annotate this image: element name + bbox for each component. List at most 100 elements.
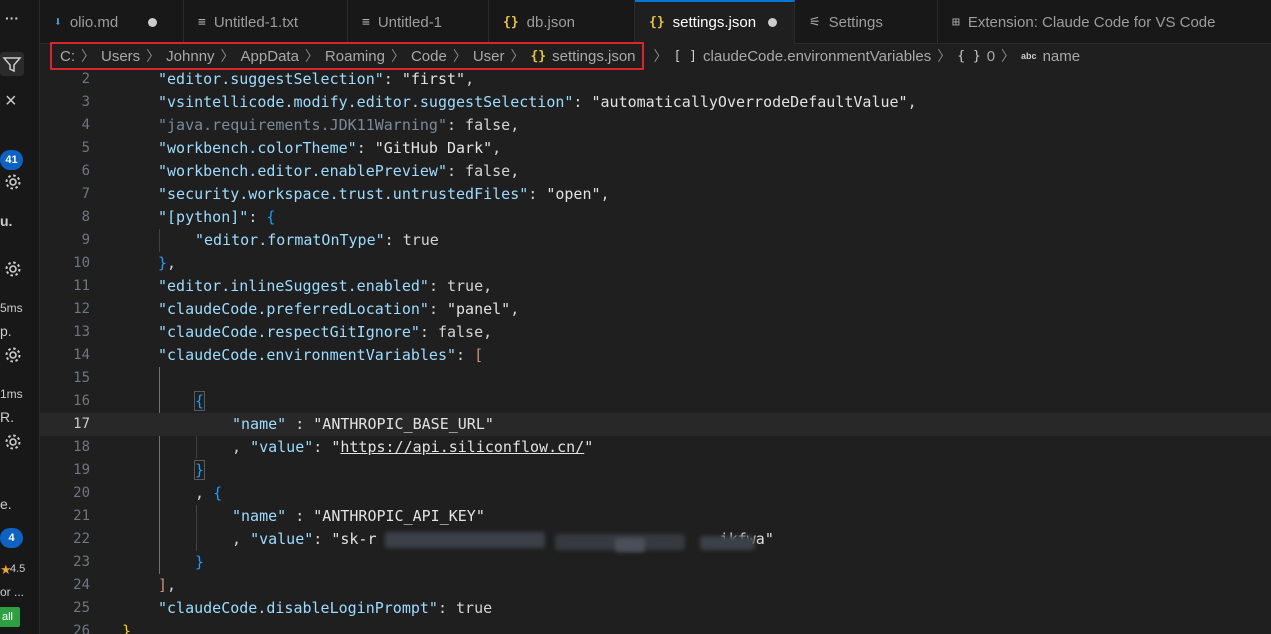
tab-untitled-1[interactable]: ≡ Untitled-1 <box>348 0 489 44</box>
breadcrumb-symbol[interactable]: claudeCode.environmentVariables <box>703 48 931 65</box>
editor-tab-bar: ⬇ olio.md ≡ Untitled-1.txt ≡ Untitled-1 … <box>40 0 1271 44</box>
breadcrumb-path-highlight: C: 〉 Users 〉 Johnny 〉 AppData 〉 Roaming 〉 Cod… <box>50 42 644 70</box>
chevron-right-icon: 〉 <box>146 48 161 64</box>
line-number: 20 <box>73 485 90 501</box>
more-actions-icon[interactable]: ··· <box>5 10 19 26</box>
breadcrumb-item[interactable]: settings.json <box>552 48 635 65</box>
unsaved-dot-icon[interactable] <box>768 18 778 27</box>
breadcrumb-symbol[interactable]: 0 <box>987 48 995 65</box>
code-line: 7 "security.workspace.trust.untrustedFile… <box>40 183 1271 206</box>
extension-icon: ⊞ <box>952 14 960 30</box>
chevron-right-icon: 〉 <box>452 48 467 64</box>
extensions-sidebar: ··· × 41 u. 5ms p. 1ms R. e. 4 ★ 4.5 or … <box>0 0 40 634</box>
json-icon: {} <box>530 48 547 64</box>
redacted-secret <box>615 538 645 552</box>
chevron-right-icon: 〉 <box>220 48 235 64</box>
breadcrumb-item[interactable]: Johnny <box>166 48 214 65</box>
breadcrumb-item[interactable]: Roaming <box>325 48 385 65</box>
rating-value: 4.5 <box>10 563 26 575</box>
code-line: 14 "claudeCode.environmentVariables": [ <box>40 344 1271 367</box>
json-icon: {} <box>503 14 519 30</box>
gear-icon[interactable] <box>3 432 23 452</box>
code-line: 13 "claudeCode.respectGitIgnore": false, <box>40 321 1271 344</box>
chevron-right-icon: 〉 <box>937 48 952 64</box>
array-symbol-icon: [ ] <box>673 48 698 64</box>
line-number: 5 <box>81 140 90 156</box>
redacted-secret <box>385 532 545 548</box>
gear-icon[interactable] <box>3 259 23 279</box>
tab-label: Untitled-1 <box>377 13 443 31</box>
code-line: 23} <box>40 551 1271 574</box>
code-editor[interactable]: 2 "editor.suggestSelection": "first", 3 "v… <box>40 68 1271 634</box>
markdown-icon: ⬇ <box>54 14 62 30</box>
tab-olio-md[interactable]: ⬇ olio.md <box>40 0 184 44</box>
line-number: 26 <box>73 623 90 634</box>
chevron-right-icon: 〉 <box>81 48 95 64</box>
line-number: 9 <box>81 232 90 248</box>
line-number: 13 <box>73 324 90 340</box>
code-line: 5 "workbench.colorTheme": "GitHub Dark", <box>40 137 1271 160</box>
line-number: 14 <box>73 347 90 363</box>
line-number: 16 <box>73 393 90 409</box>
extension-title-truncated: p. <box>0 323 12 339</box>
code-line: 25 "claudeCode.disableLoginPrompt": true <box>40 597 1271 620</box>
tab-label: Extension: Claude Code for VS Code <box>967 13 1216 31</box>
line-number: 7 <box>81 186 90 202</box>
tab-db-json[interactable]: {} db.json <box>489 0 635 44</box>
install-button[interactable]: all <box>0 607 20 627</box>
tab-untitled-1-txt[interactable]: ≡ Untitled-1.txt <box>184 0 348 44</box>
unsaved-dot-icon[interactable] <box>148 17 158 27</box>
tab-label: Untitled-1.txt <box>213 13 299 31</box>
extension-title-truncated: R. <box>0 409 14 425</box>
close-icon[interactable]: × <box>5 90 17 113</box>
line-number: 24 <box>73 577 90 593</box>
code-line: 18, "value": "https://api.siliconflow.cn… <box>40 436 1271 459</box>
line-number: 18 <box>73 439 90 455</box>
code-line: 6 "workbench.editor.enablePreview": false… <box>40 160 1271 183</box>
breadcrumb-item[interactable]: C: <box>60 48 75 65</box>
extension-title-truncated: or ... <box>0 585 25 599</box>
breadcrumb-item[interactable]: User <box>473 48 505 65</box>
code-line: 15 <box>40 367 1271 390</box>
code-line: 20, { <box>40 482 1271 505</box>
breadcrumb: C: 〉 Users 〉 Johnny 〉 AppData 〉 Roaming 〉 Cod… <box>40 42 1271 70</box>
chevron-right-icon: 〉 <box>653 48 668 64</box>
code-line: 2 "editor.suggestSelection": "first", <box>40 68 1271 91</box>
activation-time: 1ms <box>0 387 23 401</box>
extension-title-truncated: u. <box>0 213 13 229</box>
line-number: 15 <box>73 370 90 386</box>
gear-icon[interactable] <box>3 172 23 192</box>
tab-extension-claude-code[interactable]: ⊞ Extension: Claude Code for VS Code <box>938 0 1271 44</box>
code-line: 21 "name" : "ANTHROPIC_API_KEY" <box>40 505 1271 528</box>
chevron-right-icon: 〉 <box>1001 48 1016 64</box>
count-badge: 4 <box>0 528 23 548</box>
chevron-right-icon: 〉 <box>390 48 405 64</box>
breadcrumb-item[interactable]: Users <box>101 48 140 65</box>
code-line: 19} <box>40 459 1271 482</box>
breadcrumb-symbol[interactable]: name <box>1043 48 1081 65</box>
code-line: 3 "vsintellicode.modify.editor.suggestSel… <box>40 91 1271 114</box>
line-number: 6 <box>81 163 90 179</box>
string-symbol-icon: abc <box>1021 51 1037 61</box>
text-file-icon: ≡ <box>362 14 370 30</box>
line-number: 17 <box>73 416 90 432</box>
line-number: 11 <box>73 278 90 294</box>
gear-icon[interactable] <box>3 345 23 365</box>
json-icon: {} <box>649 15 665 30</box>
line-number: 19 <box>73 462 90 478</box>
line-number: 2 <box>81 71 90 87</box>
text-file-icon: ≡ <box>198 14 206 30</box>
code-line: 4 "java.requirements.JDK11Warning": false… <box>40 114 1271 137</box>
line-number: 21 <box>73 508 90 524</box>
breadcrumb-item[interactable]: AppData <box>241 48 299 65</box>
tab-settings[interactable]: ⚟ Settings <box>795 0 938 44</box>
tab-label: olio.md <box>69 13 119 31</box>
tab-label: settings.json <box>672 14 757 31</box>
tab-label: Settings <box>828 13 883 31</box>
filter-icon[interactable] <box>0 52 24 76</box>
tab-settings-json[interactable]: {} settings.json <box>635 0 795 44</box>
breadcrumb-item[interactable]: Code <box>411 48 447 65</box>
code-line: 10}, <box>40 252 1271 275</box>
code-line: 26} <box>40 620 1271 634</box>
settings-icon: ⚟ <box>809 14 821 30</box>
